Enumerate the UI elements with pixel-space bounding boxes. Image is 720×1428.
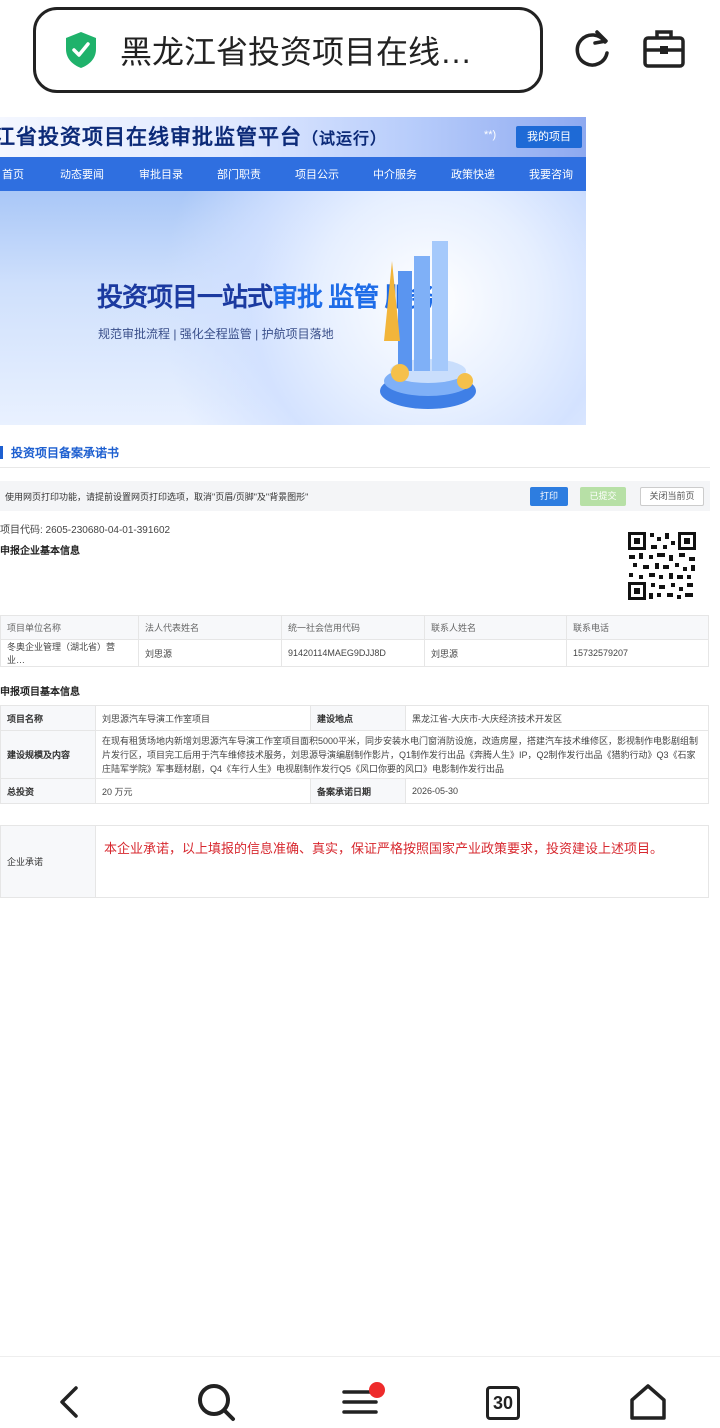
project-section-title: 申报项目基本信息 [0, 687, 80, 698]
banner-subtitle: 规范审批流程 | 强化全程监管 | 护航项目落地 [98, 327, 334, 341]
header-legal-rep: 法人代表姓名 [138, 615, 282, 640]
header-contact: 联系人姓名 [424, 615, 567, 640]
hero-banner: 投资项目一站式审批 监管 服务 规范审批流程 | 强化全程监管 | 护航项目落地 [0, 191, 586, 425]
my-project-button[interactable]: 我的项目 [516, 126, 582, 148]
divider [0, 467, 710, 468]
project-info-table: 项目名称 刘思源汽车导演工作室项目 建设地点 黑龙江省-大庆市-大庆经济技术开发… [0, 705, 709, 804]
browser-top-bar: 黑龙江省投资项目在线… [0, 0, 720, 100]
home-icon[interactable] [626, 1380, 670, 1424]
scale-content: 在现有租赁场地内新增刘思源汽车导演工作室项目面积5000平米，同步安装水电门窗消… [95, 730, 709, 779]
company-section-title: 申报企业基本信息 [0, 546, 80, 557]
header-credit-code: 统一社会信用代码 [281, 615, 425, 640]
close-page-button[interactable]: 关闭当前页 [640, 487, 704, 506]
section-title: 投资项目备案承诺书 [0, 444, 119, 461]
location-label: 建设地点 [310, 705, 406, 731]
nav-item-agency[interactable]: 中介服务 [373, 166, 417, 182]
company-info-table: 项目单位名称 法人代表姓名 统一社会信用代码 联系人姓名 联系电话 冬奥企业管理… [0, 615, 709, 667]
header-symbol: **) [484, 129, 497, 141]
commitment-date: 2026-05-30 [405, 778, 709, 804]
nav-item-duties[interactable]: 部门职责 [217, 166, 261, 182]
contact-name: 刘思源 [424, 639, 567, 667]
legal-rep: 刘思源 [138, 639, 282, 667]
header-company-name: 项目单位名称 [0, 615, 139, 640]
print-toolbar: 使用网页打印功能，请提前设置网页打印选项，取消"页眉/页脚"及"背景图形" 打印… [0, 481, 710, 511]
pledge-text: 本企业承诺，以上填报的信息准确、真实，保证严格按照国家产业政策要求，投资建设上述… [95, 825, 709, 898]
toolbox-icon[interactable] [641, 26, 687, 72]
building-chart-illustration [380, 241, 476, 409]
scale-label: 建设规模及内容 [0, 730, 96, 779]
nav-item-consult[interactable]: 我要咨询 [529, 166, 573, 182]
print-note: 使用网页打印功能，请提前设置网页打印选项，取消"页眉/页脚"及"背景图形" [5, 492, 309, 502]
contact-phone: 15732579207 [566, 639, 709, 667]
nav-item-publicity[interactable]: 项目公示 [295, 166, 339, 182]
project-code: 项目代码: 2605-230680-04-01-391602 [0, 525, 171, 536]
nav-item-policy[interactable]: 政策快递 [451, 166, 495, 182]
search-icon[interactable] [194, 1380, 238, 1424]
site-nav: 首页 动态要闻 审批目录 部门职责 项目公示 中介服务 政策快递 我要咨询 [0, 157, 586, 191]
back-icon[interactable] [48, 1380, 92, 1424]
qr-code [627, 531, 697, 601]
project-location: 黑龙江省-大庆市-大庆经济技术开发区 [405, 705, 709, 731]
nav-item-home[interactable]: 首页 [2, 166, 24, 182]
investment-label: 总投资 [0, 778, 96, 804]
tabs-button[interactable]: 30 [486, 1386, 520, 1420]
site-container: 江省投资项目在线审批监管平台（试运行） **) 我的项目 首页 动态要闻 审批目… [0, 117, 586, 425]
refresh-icon[interactable] [569, 26, 615, 72]
pledge-table: 企业承诺 本企业承诺，以上填报的信息准确、真实，保证严格按照国家产业政策要求，投… [0, 825, 709, 898]
date-label: 备案承诺日期 [310, 778, 406, 804]
print-button[interactable]: 打印 [530, 487, 568, 506]
credit-code: 91420114MAEG9DJJ8D [281, 639, 425, 667]
notification-badge [369, 1382, 385, 1398]
project-name: 刘思源汽车导演工作室项目 [95, 705, 311, 731]
address-bar[interactable]: 黑龙江省投资项目在线… [33, 7, 543, 93]
site-title: 江省投资项目在线审批监管平台（试运行） [0, 126, 388, 149]
submitted-button[interactable]: 已提交 [580, 487, 626, 506]
nav-item-news[interactable]: 动态要闻 [60, 166, 104, 182]
site-header: 江省投资项目在线审批监管平台（试运行） **) 我的项目 [0, 117, 586, 157]
total-investment: 20 万元 [95, 778, 311, 804]
project-name-label: 项目名称 [0, 705, 96, 731]
shield-check-icon [66, 32, 96, 68]
page-title-url: 黑龙江省投资项目在线… [120, 34, 473, 70]
header-phone: 联系电话 [566, 615, 709, 640]
pledge-label: 企业承诺 [0, 825, 96, 898]
nav-item-catalog[interactable]: 审批目录 [139, 166, 183, 182]
company-name: 冬奥企业管理（湖北省）营业… [0, 639, 139, 667]
